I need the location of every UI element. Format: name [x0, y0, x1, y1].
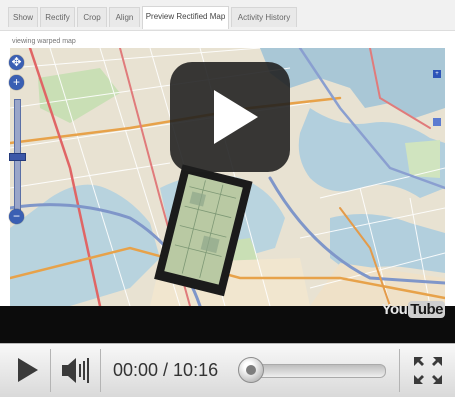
seek-track[interactable] [244, 364, 386, 378]
play-button[interactable] [6, 344, 48, 397]
tab-crop[interactable]: Crop [77, 7, 107, 27]
logo-you: You [381, 301, 408, 318]
layer-toggle-icon[interactable] [433, 118, 441, 126]
play-icon [214, 90, 258, 144]
video-controls-bar: 00:00 / 10:16 [0, 343, 455, 397]
viewing-warped-map-label: viewing warped map [12, 38, 76, 45]
play-icon [18, 358, 38, 382]
layer-switcher-icon[interactable]: + [433, 70, 441, 78]
speaker-icon [62, 358, 89, 383]
tab-rectify[interactable]: Rectify [40, 7, 75, 27]
logo-tube: Tube [408, 301, 445, 318]
tab-preview-rectified-map[interactable]: Preview Rectified Map [142, 6, 229, 29]
fullscreen-icon [414, 357, 442, 384]
tab-align[interactable]: Align [109, 7, 140, 27]
tab-show[interactable]: Show [8, 7, 38, 27]
youtube-logo[interactable]: You Tube [382, 301, 445, 325]
divider [50, 349, 51, 392]
seek-slider[interactable] [236, 356, 388, 384]
fullscreen-button[interactable] [405, 344, 451, 397]
tab-bar: Show Rectify Crop Align Preview Rectifie… [0, 0, 455, 31]
zoom-slider-thumb[interactable] [9, 153, 26, 161]
big-play-button[interactable] [170, 62, 290, 172]
volume-button[interactable] [54, 344, 98, 397]
time-display: 00:00 / 10:16 [113, 360, 219, 380]
divider [100, 349, 101, 392]
zoom-control: ✥ + − [8, 55, 26, 224]
video-player: Show Rectify Crop Align Preview Rectifie… [0, 0, 455, 397]
pan-arrows-icon[interactable]: ✥ [9, 55, 24, 70]
divider [399, 349, 400, 392]
seek-knob[interactable] [238, 357, 264, 383]
zoom-in-button[interactable]: + [9, 75, 24, 90]
zoom-out-button[interactable]: − [9, 209, 24, 224]
tab-activity-history[interactable]: Activity History [231, 7, 297, 27]
